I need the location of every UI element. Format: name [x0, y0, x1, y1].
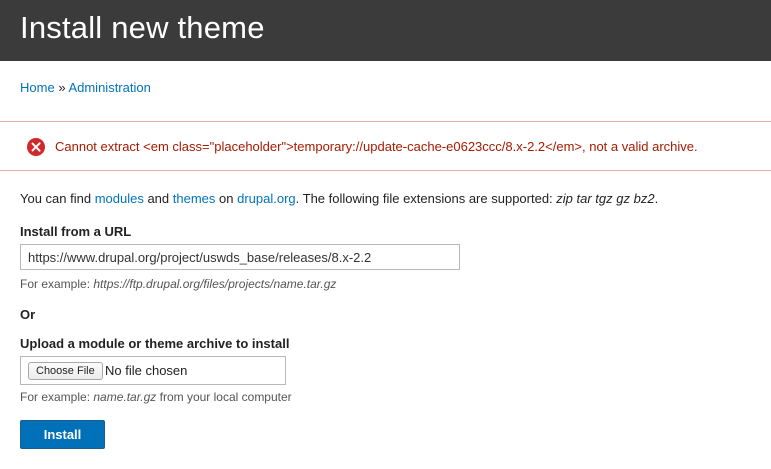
- upload-archive-label: Upload a module or theme archive to inst…: [20, 336, 290, 351]
- modules-link[interactable]: modules: [95, 191, 144, 206]
- supported-extensions: zip tar tgz gz bz2: [556, 191, 655, 206]
- upload-example-prefix: For example:: [20, 390, 94, 404]
- help-text-part: and: [143, 191, 173, 206]
- error-message-box: Cannot extract <em class="placeholder">t…: [0, 121, 771, 171]
- error-circle-x-icon: [27, 138, 45, 156]
- choose-file-button[interactable]: Choose File: [28, 362, 103, 380]
- install-button[interactable]: Install: [20, 420, 105, 449]
- breadcrumb-administration-link[interactable]: Administration: [68, 80, 150, 95]
- page-title: Install new theme: [20, 10, 265, 45]
- help-text: You can find modules and themes on drupa…: [20, 190, 658, 208]
- file-status-text: No file chosen: [105, 363, 188, 378]
- drupal-org-link[interactable]: drupal.org: [237, 191, 296, 206]
- install-url-input[interactable]: [20, 244, 460, 270]
- breadcrumb-home-link[interactable]: Home: [20, 80, 55, 95]
- or-separator-label: Or: [20, 307, 36, 322]
- url-example-prefix: For example:: [20, 277, 94, 291]
- upload-example-value: name.tar.gz: [93, 390, 157, 404]
- help-text-part: .: [654, 191, 659, 206]
- page-header: Install new theme: [0, 0, 771, 61]
- file-upload-field[interactable]: Choose File No file chosen: [20, 356, 286, 385]
- upload-example-suffix: from your local computer: [156, 390, 292, 404]
- help-text-part: on: [215, 191, 238, 206]
- url-example-description: For example: https://ftp.drupal.org/file…: [20, 276, 336, 292]
- help-text-part: You can find: [20, 191, 95, 206]
- url-example-value: https://ftp.drupal.org/files/projects/na…: [93, 277, 337, 291]
- breadcrumb-separator: »: [58, 80, 66, 95]
- help-text-part: . The following file extensions are supp…: [295, 191, 557, 206]
- error-message-text: Cannot extract <em class="placeholder">t…: [55, 139, 698, 154]
- themes-link[interactable]: themes: [173, 191, 216, 206]
- upload-example-description: For example: name.tar.gz from your local…: [20, 389, 292, 405]
- breadcrumb: Home » Administration: [20, 79, 151, 97]
- install-url-label: Install from a URL: [20, 224, 132, 239]
